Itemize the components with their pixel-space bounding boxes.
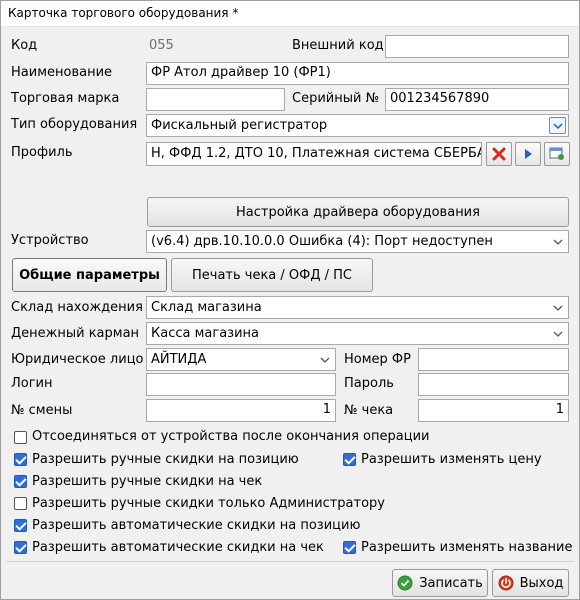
external-code-label: Внешний код xyxy=(292,38,384,53)
cash-select-value: Касса магазина xyxy=(151,326,259,341)
equipment-card-window: Карточка торгового оборудования * Код 05… xyxy=(0,0,580,600)
manual-discount-admin-label[interactable]: Разрешить ручные скидки только Администр… xyxy=(32,496,385,511)
save-button[interactable]: Записать xyxy=(392,569,488,597)
code-label: Код xyxy=(11,38,38,53)
warehouse-select-value: Склад магазина xyxy=(151,300,262,315)
save-button-label: Записать xyxy=(419,575,483,591)
type-select[interactable]: Фискальный регистратор xyxy=(146,114,569,137)
chevron-down-icon[interactable] xyxy=(549,233,566,250)
auto-discount-check-checkbox[interactable] xyxy=(14,541,27,554)
brand-field[interactable] xyxy=(146,88,285,111)
name-label: Наименование xyxy=(11,65,113,80)
serial-field[interactable]: 001234567890 xyxy=(385,88,569,111)
manual-discount-position-label[interactable]: Разрешить ручные скидки на позицию xyxy=(32,452,299,467)
name-field[interactable]: ФР Атол драйвер 10 (ФР1) xyxy=(146,62,569,85)
shift-number-field[interactable]: 1 xyxy=(146,399,336,422)
legal-entity-label: Юридическое лицо xyxy=(11,352,144,367)
chevron-down-icon[interactable] xyxy=(316,351,333,368)
allow-change-name-checkbox[interactable] xyxy=(343,541,356,554)
chevron-down-icon[interactable] xyxy=(549,299,566,316)
open-profile-button[interactable] xyxy=(544,142,570,166)
check-circle-icon xyxy=(397,575,413,591)
select-profile-button[interactable] xyxy=(515,142,541,166)
allow-change-price-checkbox[interactable] xyxy=(343,453,356,466)
disconnect-checkbox[interactable] xyxy=(14,431,27,444)
password-label: Пароль xyxy=(344,376,394,391)
play-arrow-icon xyxy=(525,149,532,159)
allow-change-price-label[interactable]: Разрешить изменять цену xyxy=(361,452,542,467)
cash-select[interactable]: Касса магазина xyxy=(146,322,569,345)
device-label: Устройство xyxy=(11,233,89,248)
cash-label: Денежный карман xyxy=(11,326,140,341)
clear-profile-button[interactable] xyxy=(486,142,512,166)
auto-discount-check-label[interactable]: Разрешить автоматические скидки на чек xyxy=(32,540,324,555)
device-select-value: (v6.4) дрв.10.10.0.0 Ошибка (4): Порт не… xyxy=(151,234,493,249)
exit-button-label: Выход xyxy=(519,575,564,591)
window-title: Карточка торгового оборудования * xyxy=(1,1,579,27)
shift-number-label: № смены xyxy=(11,403,73,418)
auto-discount-position-label[interactable]: Разрешить автоматические скидки на позиц… xyxy=(32,518,360,533)
password-field[interactable] xyxy=(418,373,569,396)
profile-field[interactable]: Н, ФФД 1.2, ДТО 10, Платежная система СБ… xyxy=(146,142,482,166)
warehouse-label: Склад нахождения xyxy=(11,300,143,315)
profile-label: Профиль xyxy=(11,145,73,160)
allow-change-name-label[interactable]: Разрешить изменять название xyxy=(361,540,573,555)
chevron-down-icon[interactable] xyxy=(549,325,566,342)
window-settings-icon xyxy=(549,147,564,160)
external-code-field[interactable] xyxy=(385,35,569,58)
legal-entity-value: АЙТИДА xyxy=(151,352,207,367)
manual-discount-check-checkbox[interactable] xyxy=(14,475,27,488)
fr-number-field[interactable] xyxy=(418,348,569,371)
auto-discount-position-checkbox[interactable] xyxy=(14,519,27,532)
check-number-label: № чека xyxy=(344,403,394,418)
manual-discount-position-checkbox[interactable] xyxy=(14,453,27,466)
chevron-down-icon[interactable] xyxy=(549,117,566,134)
tab-receipt-print[interactable]: Печать чека / ОФД / ПС xyxy=(171,258,373,292)
brand-label: Торговая марка xyxy=(11,91,120,106)
login-label: Логин xyxy=(11,376,53,391)
type-select-value: Фискальный регистратор xyxy=(151,118,328,133)
manual-discount-check-label[interactable]: Разрешить ручные скидки на чек xyxy=(32,474,262,489)
manual-discount-admin-checkbox[interactable] xyxy=(14,497,27,510)
power-icon xyxy=(498,575,514,591)
exit-button[interactable]: Выход xyxy=(492,569,569,597)
driver-settings-button[interactable]: Настройка драйвера оборудования xyxy=(147,197,569,227)
code-value: 055 xyxy=(149,38,174,53)
serial-label: Серийный № xyxy=(292,91,380,106)
warehouse-select[interactable]: Склад магазина xyxy=(146,296,569,319)
legal-entity-select[interactable]: АЙТИДА xyxy=(146,348,336,371)
login-field[interactable] xyxy=(146,373,336,396)
disconnect-checkbox-label[interactable]: Отсоединяться от устройства после оконча… xyxy=(32,429,429,444)
tab-general-params[interactable]: Общие параметры xyxy=(12,258,167,292)
check-number-field[interactable]: 1 xyxy=(418,399,569,422)
device-select[interactable]: (v6.4) дрв.10.10.0.0 Ошибка (4): Порт не… xyxy=(146,230,569,253)
footer-divider xyxy=(6,561,574,562)
fr-number-label: Номер ФР xyxy=(344,352,411,367)
red-x-icon xyxy=(492,147,506,161)
type-label: Тип оборудования xyxy=(11,117,138,132)
